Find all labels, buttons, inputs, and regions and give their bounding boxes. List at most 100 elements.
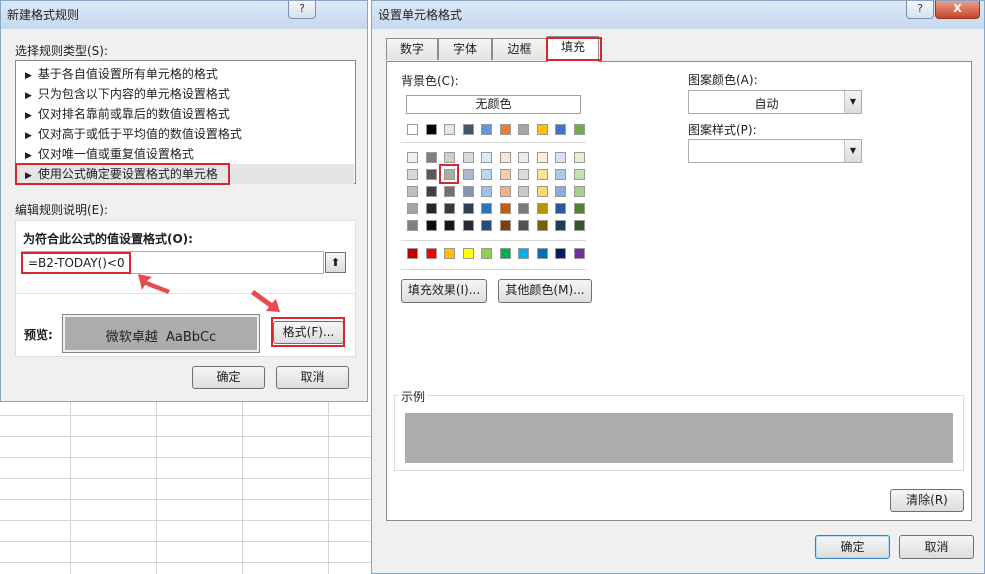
color-swatch[interactable] (444, 203, 455, 214)
no-color-button[interactable]: 无颜色 (406, 95, 581, 114)
tab-border[interactable]: 边框 (492, 38, 547, 60)
color-swatch[interactable] (425, 124, 437, 135)
color-swatch[interactable] (536, 220, 548, 231)
collapse-dialog-button[interactable]: ⬆ (325, 252, 346, 273)
color-swatch[interactable] (481, 152, 492, 163)
color-swatch[interactable] (425, 248, 437, 259)
color-swatch[interactable] (462, 203, 474, 214)
color-swatch[interactable] (462, 186, 474, 197)
close-button[interactable]: X (935, 1, 980, 19)
color-swatch[interactable] (444, 186, 455, 197)
color-swatch[interactable] (481, 169, 492, 180)
color-swatch[interactable] (481, 248, 492, 259)
color-swatch[interactable] (444, 124, 455, 135)
cancel-button[interactable]: 取消 (899, 535, 974, 559)
color-swatch[interactable] (425, 203, 437, 214)
color-swatch[interactable] (462, 248, 474, 259)
color-swatch[interactable] (536, 203, 548, 214)
color-swatch[interactable] (499, 248, 511, 259)
color-swatch[interactable] (481, 220, 492, 231)
cancel-button[interactable]: 取消 (276, 366, 349, 389)
color-swatch[interactable] (499, 152, 511, 163)
color-swatch[interactable] (425, 152, 437, 163)
color-swatch[interactable] (555, 152, 566, 163)
color-swatch[interactable] (499, 220, 511, 231)
color-swatch[interactable] (462, 152, 474, 163)
tab-font[interactable]: 字体 (438, 38, 492, 60)
color-swatch[interactable] (444, 248, 455, 259)
pattern-style-select[interactable]: ▼ (688, 139, 862, 163)
color-swatch[interactable] (573, 186, 585, 197)
fill-effects-button[interactable]: 填充效果(I)... (401, 279, 487, 303)
list-item[interactable]: ▶ 仅对高于或低于平均值的数值设置格式 (17, 124, 354, 144)
list-item[interactable]: ▶ 仅对排名靠前或靠后的数值设置格式 (17, 104, 354, 124)
color-swatch[interactable] (536, 152, 548, 163)
color-swatch[interactable] (518, 169, 529, 180)
color-swatch[interactable] (555, 186, 566, 197)
list-item[interactable]: ▶ 基于各自值设置所有单元格的格式 (17, 64, 354, 84)
triangle-right-icon: ▶ (25, 71, 32, 81)
color-swatch[interactable] (481, 124, 492, 135)
help-button[interactable]: ? (288, 1, 316, 19)
color-swatch[interactable] (407, 203, 418, 214)
color-swatch[interactable] (536, 169, 548, 180)
color-swatch[interactable] (573, 152, 585, 163)
color-swatch[interactable] (555, 248, 566, 259)
color-swatch[interactable] (407, 169, 418, 180)
ok-button[interactable]: 确定 (815, 535, 890, 559)
color-swatch[interactable] (555, 169, 566, 180)
pattern-color-value: 自动 (754, 97, 779, 111)
color-swatch[interactable] (499, 124, 511, 135)
ok-button[interactable]: 确定 (192, 366, 265, 389)
chevron-down-icon: ▼ (844, 91, 861, 113)
color-swatch[interactable] (518, 203, 529, 214)
color-swatch[interactable] (555, 124, 566, 135)
color-swatch[interactable] (573, 248, 585, 259)
color-swatch[interactable] (462, 220, 474, 231)
rule-type-label: 选择规则类型(S): (15, 44, 109, 58)
color-swatch[interactable] (499, 169, 511, 180)
color-swatch[interactable] (425, 220, 437, 231)
color-swatch[interactable] (407, 248, 418, 259)
dialog-title: 新建格式规则 (7, 8, 80, 22)
color-swatch[interactable] (444, 220, 455, 231)
tab-number[interactable]: 数字 (386, 38, 438, 60)
color-swatch[interactable] (518, 248, 529, 259)
list-item[interactable]: ▶ 只为包含以下内容的单元格设置格式 (17, 84, 354, 104)
color-swatch[interactable] (518, 186, 529, 197)
color-swatch[interactable] (499, 203, 511, 214)
bg-color-label: 背景色(C): (401, 74, 459, 88)
color-swatch[interactable] (425, 186, 437, 197)
color-swatch[interactable] (481, 186, 492, 197)
list-item[interactable]: ▶ 仅对唯一值或重复值设置格式 (17, 144, 354, 164)
color-swatch[interactable] (573, 220, 585, 231)
color-swatch[interactable] (425, 169, 437, 180)
sample-swatch (405, 413, 953, 463)
color-swatch[interactable] (573, 169, 585, 180)
color-swatch[interactable] (518, 152, 529, 163)
help-button[interactable]: ? (906, 1, 934, 19)
color-swatch[interactable] (407, 124, 418, 135)
color-swatch[interactable] (518, 220, 529, 231)
more-colors-button[interactable]: 其他颜色(M)... (498, 279, 592, 303)
color-swatch[interactable] (573, 203, 585, 214)
pattern-color-select[interactable]: 自动 ▼ (688, 90, 862, 114)
color-swatch[interactable] (462, 124, 474, 135)
color-swatch[interactable] (462, 169, 474, 180)
color-swatch[interactable] (536, 124, 548, 135)
color-swatch[interactable] (536, 248, 548, 259)
color-swatch[interactable] (536, 186, 548, 197)
color-swatch[interactable] (407, 186, 418, 197)
color-swatch[interactable] (555, 203, 566, 214)
color-swatch[interactable] (444, 152, 455, 163)
color-swatch[interactable] (573, 124, 585, 135)
color-swatch[interactable] (518, 124, 529, 135)
color-swatch[interactable] (481, 203, 492, 214)
color-swatch[interactable] (499, 186, 511, 197)
sample-label: 示例 (399, 388, 428, 405)
color-swatch[interactable] (407, 220, 418, 231)
color-swatch[interactable] (407, 152, 418, 163)
color-swatch[interactable] (555, 220, 566, 231)
clear-button[interactable]: 清除(R) (890, 489, 964, 512)
dialog-titlebar[interactable]: 设置单元格格式 (372, 1, 984, 29)
